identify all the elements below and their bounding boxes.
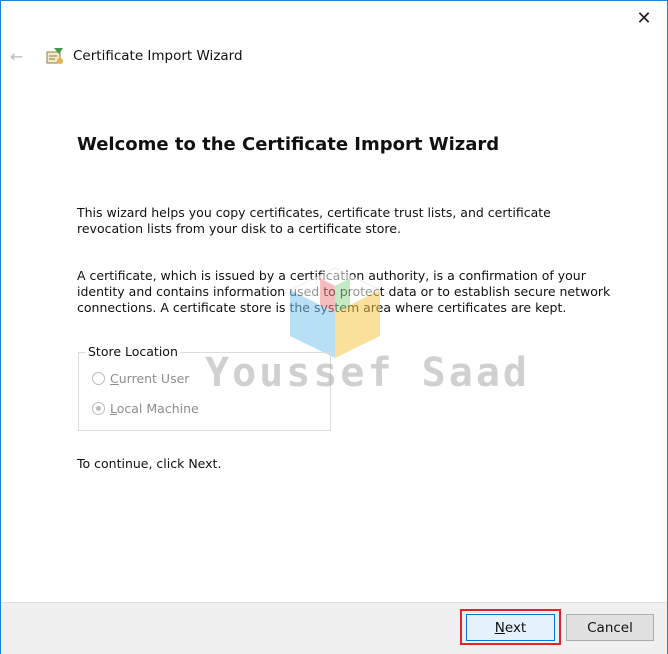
back-arrow-icon[interactable]: ← <box>10 48 28 66</box>
radio-button-checked[interactable] <box>92 402 105 415</box>
radio-label-local-machine: Local Machine <box>110 401 199 416</box>
close-icon[interactable]: ✕ <box>632 8 656 30</box>
certificate-wizard-icon <box>46 48 63 64</box>
cancel-button[interactable]: Cancel <box>566 614 654 641</box>
intro-paragraph: This wizard helps you copy certificates,… <box>77 205 551 236</box>
continue-instruction: To continue, click Next. <box>77 456 222 471</box>
next-button[interactable]: Next <box>466 614 555 641</box>
radio-local-machine[interactable]: Local Machine <box>92 401 199 416</box>
page-title: Welcome to the Certificate Import Wizard <box>77 134 500 155</box>
radio-button[interactable] <box>92 372 105 385</box>
next-button-label: Next <box>494 619 527 636</box>
certificate-description: A certificate, which is issued by a cert… <box>77 268 611 315</box>
store-location-group <box>78 352 331 431</box>
store-location-label: Store Location <box>86 344 180 359</box>
radio-current-user[interactable]: Current User <box>92 371 189 386</box>
certificate-import-wizard-window <box>0 0 668 654</box>
radio-label-current-user: Current User <box>110 371 190 386</box>
window-title: Certificate Import Wizard <box>73 48 243 64</box>
